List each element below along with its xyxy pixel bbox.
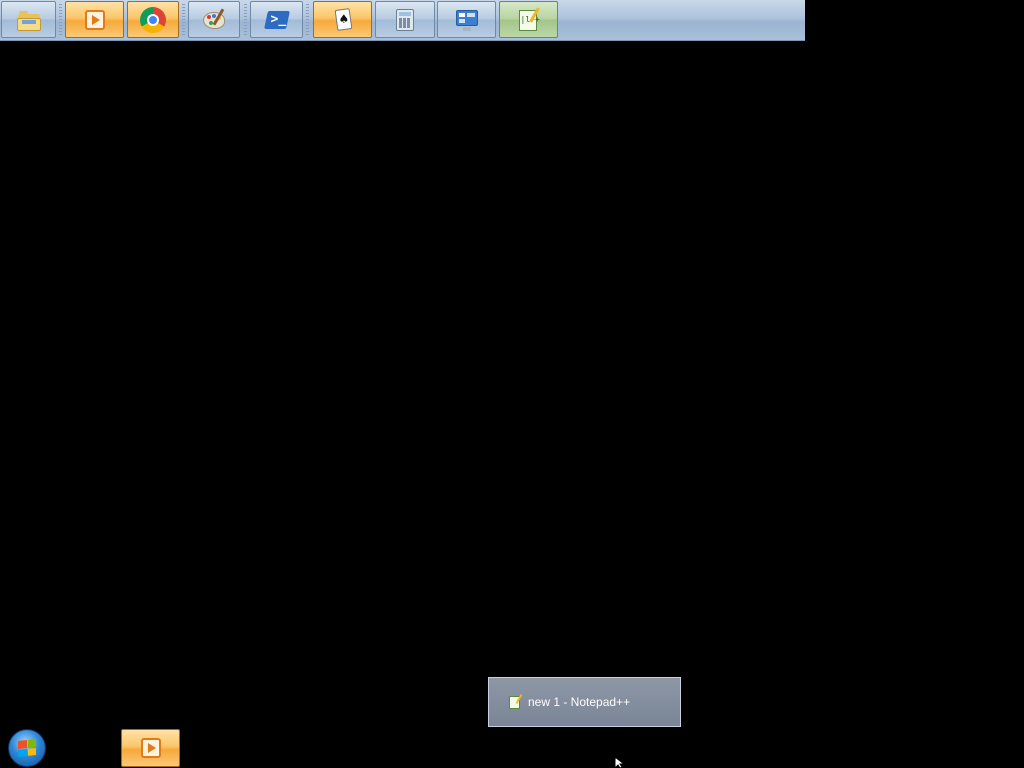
notepad-plus-plus-button[interactable]: |l++ <box>499 1 558 38</box>
taskbar-separator <box>306 4 309 36</box>
media-player-icon <box>138 735 164 761</box>
calculator-button[interactable] <box>375 1 435 38</box>
paint-palette-icon <box>201 7 227 33</box>
solitaire-button[interactable]: ♠ <box>313 1 372 38</box>
folder-icon <box>16 7 42 33</box>
control-panel-button[interactable] <box>437 1 496 38</box>
media-player-icon <box>82 7 108 33</box>
start-button[interactable] <box>8 729 46 767</box>
notepad-plus-plus-preview-popup[interactable]: new 1 - Notepad++ <box>488 677 681 727</box>
taskbar-separator <box>182 4 185 36</box>
windows-start-orb-icon <box>18 739 36 757</box>
taskbar-separator <box>59 4 62 36</box>
windows-explorer-button[interactable] <box>1 1 56 38</box>
top-taskbar: >_ ♠ |l++ <box>0 0 805 41</box>
control-panel-icon <box>454 7 480 33</box>
taskbar-separator <box>244 4 247 36</box>
solitaire-card-icon: ♠ <box>330 7 356 33</box>
preview-window-title: new 1 - Notepad++ <box>528 695 631 709</box>
chrome-button[interactable] <box>127 1 179 38</box>
chrome-icon <box>140 6 166 33</box>
powershell-button[interactable]: >_ <box>250 1 303 38</box>
bottom-media-player-button[interactable] <box>121 729 180 767</box>
powershell-icon: >_ <box>263 7 290 33</box>
media-player-button[interactable] <box>65 1 124 38</box>
calculator-icon <box>392 7 418 33</box>
paint-button[interactable] <box>188 1 240 38</box>
notepad-plus-plus-icon: |l++ <box>516 6 542 33</box>
desktop-screen: >_ ♠ |l++ new 1 - <box>0 0 1024 768</box>
notepad-plus-plus-icon <box>508 694 523 710</box>
